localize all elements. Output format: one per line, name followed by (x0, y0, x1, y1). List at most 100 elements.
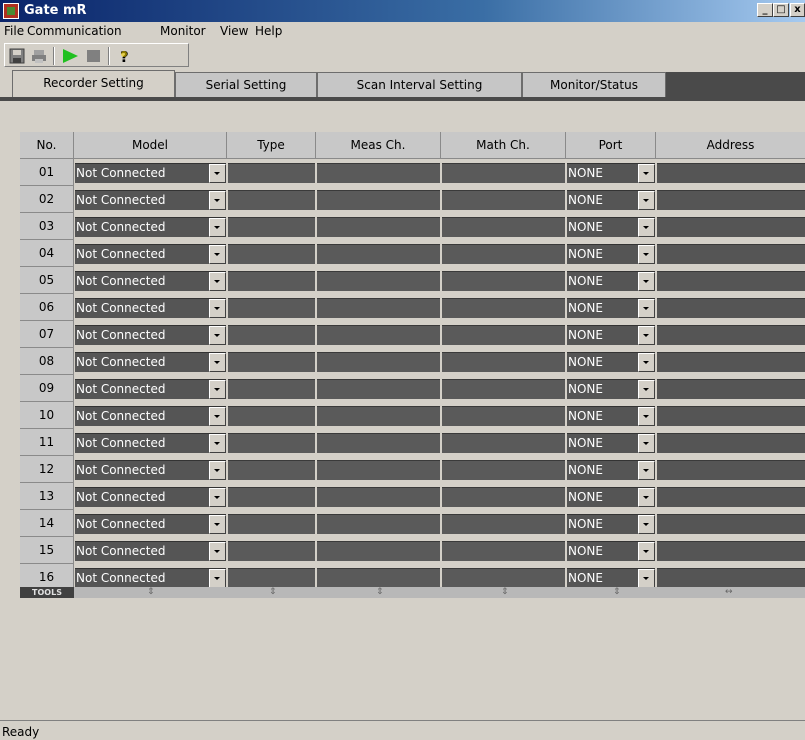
chevron-down-icon[interactable] (638, 515, 655, 534)
address-cell[interactable] (657, 514, 805, 534)
math-ch-cell[interactable] (442, 379, 565, 399)
port-dropdown[interactable]: NONE (567, 568, 655, 588)
model-dropdown[interactable]: Not Connected (75, 379, 226, 399)
model-dropdown[interactable]: Not Connected (75, 325, 226, 345)
chevron-down-icon[interactable] (209, 218, 226, 237)
model-dropdown[interactable]: Not Connected (75, 460, 226, 480)
port-dropdown[interactable]: NONE (567, 541, 655, 561)
chevron-down-icon[interactable] (209, 326, 226, 345)
chevron-down-icon[interactable] (209, 245, 226, 264)
column-header-no[interactable]: No. (20, 132, 74, 159)
math-ch-cell[interactable] (442, 514, 565, 534)
type-cell[interactable] (228, 325, 315, 345)
meas-ch-cell[interactable] (317, 163, 440, 183)
chevron-down-icon[interactable] (209, 434, 226, 453)
close-button[interactable]: x (790, 3, 805, 17)
math-ch-cell[interactable] (442, 190, 565, 210)
column-header-meas-ch[interactable]: Meas Ch. (316, 132, 441, 159)
chevron-down-icon[interactable] (209, 272, 226, 291)
meas-ch-cell[interactable] (317, 271, 440, 291)
port-dropdown[interactable]: NONE (567, 271, 655, 291)
chevron-down-icon[interactable] (638, 245, 655, 264)
chevron-down-icon[interactable] (638, 164, 655, 183)
model-dropdown[interactable]: Not Connected (75, 433, 226, 453)
menu-help[interactable]: Help (255, 24, 282, 38)
resize-grip-icon[interactable]: ⇕ (613, 587, 621, 598)
port-dropdown[interactable]: NONE (567, 406, 655, 426)
chevron-down-icon[interactable] (638, 353, 655, 372)
meas-ch-cell[interactable] (317, 244, 440, 264)
save-icon[interactable] (9, 48, 25, 64)
port-dropdown[interactable]: NONE (567, 514, 655, 534)
chevron-down-icon[interactable] (209, 299, 226, 318)
type-cell[interactable] (228, 163, 315, 183)
math-ch-cell[interactable] (442, 433, 565, 453)
chevron-down-icon[interactable] (638, 380, 655, 399)
chevron-down-icon[interactable] (638, 407, 655, 426)
chevron-down-icon[interactable] (209, 191, 226, 210)
math-ch-cell[interactable] (442, 244, 565, 264)
chevron-down-icon[interactable] (638, 488, 655, 507)
tab-serial-setting[interactable]: Serial Setting (175, 72, 317, 97)
port-dropdown[interactable]: NONE (567, 460, 655, 480)
math-ch-cell[interactable] (442, 352, 565, 372)
column-header-model[interactable]: Model (74, 132, 227, 159)
meas-ch-cell[interactable] (317, 433, 440, 453)
math-ch-cell[interactable] (442, 163, 565, 183)
meas-ch-cell[interactable] (317, 541, 440, 561)
type-cell[interactable] (228, 460, 315, 480)
model-dropdown[interactable]: Not Connected (75, 190, 226, 210)
model-dropdown[interactable]: Not Connected (75, 217, 226, 237)
math-ch-cell[interactable] (442, 541, 565, 561)
type-cell[interactable] (228, 244, 315, 264)
port-dropdown[interactable]: NONE (567, 244, 655, 264)
resize-grip-icon[interactable]: ⇕ (501, 587, 509, 598)
address-cell[interactable] (657, 541, 805, 561)
meas-ch-cell[interactable] (317, 568, 440, 588)
model-dropdown[interactable]: Not Connected (75, 514, 226, 534)
type-cell[interactable] (228, 433, 315, 453)
chevron-down-icon[interactable] (638, 326, 655, 345)
chevron-down-icon[interactable] (209, 542, 226, 561)
address-cell[interactable] (657, 217, 805, 237)
port-dropdown[interactable]: NONE (567, 379, 655, 399)
chevron-down-icon[interactable] (638, 218, 655, 237)
meas-ch-cell[interactable] (317, 325, 440, 345)
resize-grip-icon[interactable]: ⇕ (269, 587, 277, 598)
type-cell[interactable] (228, 298, 315, 318)
type-cell[interactable] (228, 568, 315, 588)
port-dropdown[interactable]: NONE (567, 433, 655, 453)
resize-grip-icon[interactable]: ↔ (725, 587, 733, 598)
address-cell[interactable] (657, 298, 805, 318)
tab-scan-interval-setting[interactable]: Scan Interval Setting (317, 72, 522, 97)
math-ch-cell[interactable] (442, 568, 565, 588)
chevron-down-icon[interactable] (209, 164, 226, 183)
address-cell[interactable] (657, 271, 805, 291)
meas-ch-cell[interactable] (317, 487, 440, 507)
tools-button[interactable]: TOOLS (20, 587, 74, 598)
column-header-port[interactable]: Port (566, 132, 656, 159)
port-dropdown[interactable]: NONE (567, 217, 655, 237)
type-cell[interactable] (228, 487, 315, 507)
meas-ch-cell[interactable] (317, 217, 440, 237)
chevron-down-icon[interactable] (209, 569, 226, 588)
stop-icon[interactable] (86, 48, 102, 64)
model-dropdown[interactable]: Not Connected (75, 406, 226, 426)
address-cell[interactable] (657, 487, 805, 507)
column-header-math-ch[interactable]: Math Ch. (441, 132, 566, 159)
meas-ch-cell[interactable] (317, 460, 440, 480)
address-cell[interactable] (657, 163, 805, 183)
menu-communication[interactable]: Communication (27, 24, 122, 38)
type-cell[interactable] (228, 217, 315, 237)
play-icon[interactable] (61, 48, 78, 64)
meas-ch-cell[interactable] (317, 190, 440, 210)
type-cell[interactable] (228, 379, 315, 399)
print-icon[interactable] (31, 48, 47, 64)
chevron-down-icon[interactable] (638, 461, 655, 480)
chevron-down-icon[interactable] (209, 380, 226, 399)
address-cell[interactable] (657, 325, 805, 345)
model-dropdown[interactable]: Not Connected (75, 244, 226, 264)
type-cell[interactable] (228, 190, 315, 210)
chevron-down-icon[interactable] (638, 569, 655, 588)
model-dropdown[interactable]: Not Connected (75, 541, 226, 561)
